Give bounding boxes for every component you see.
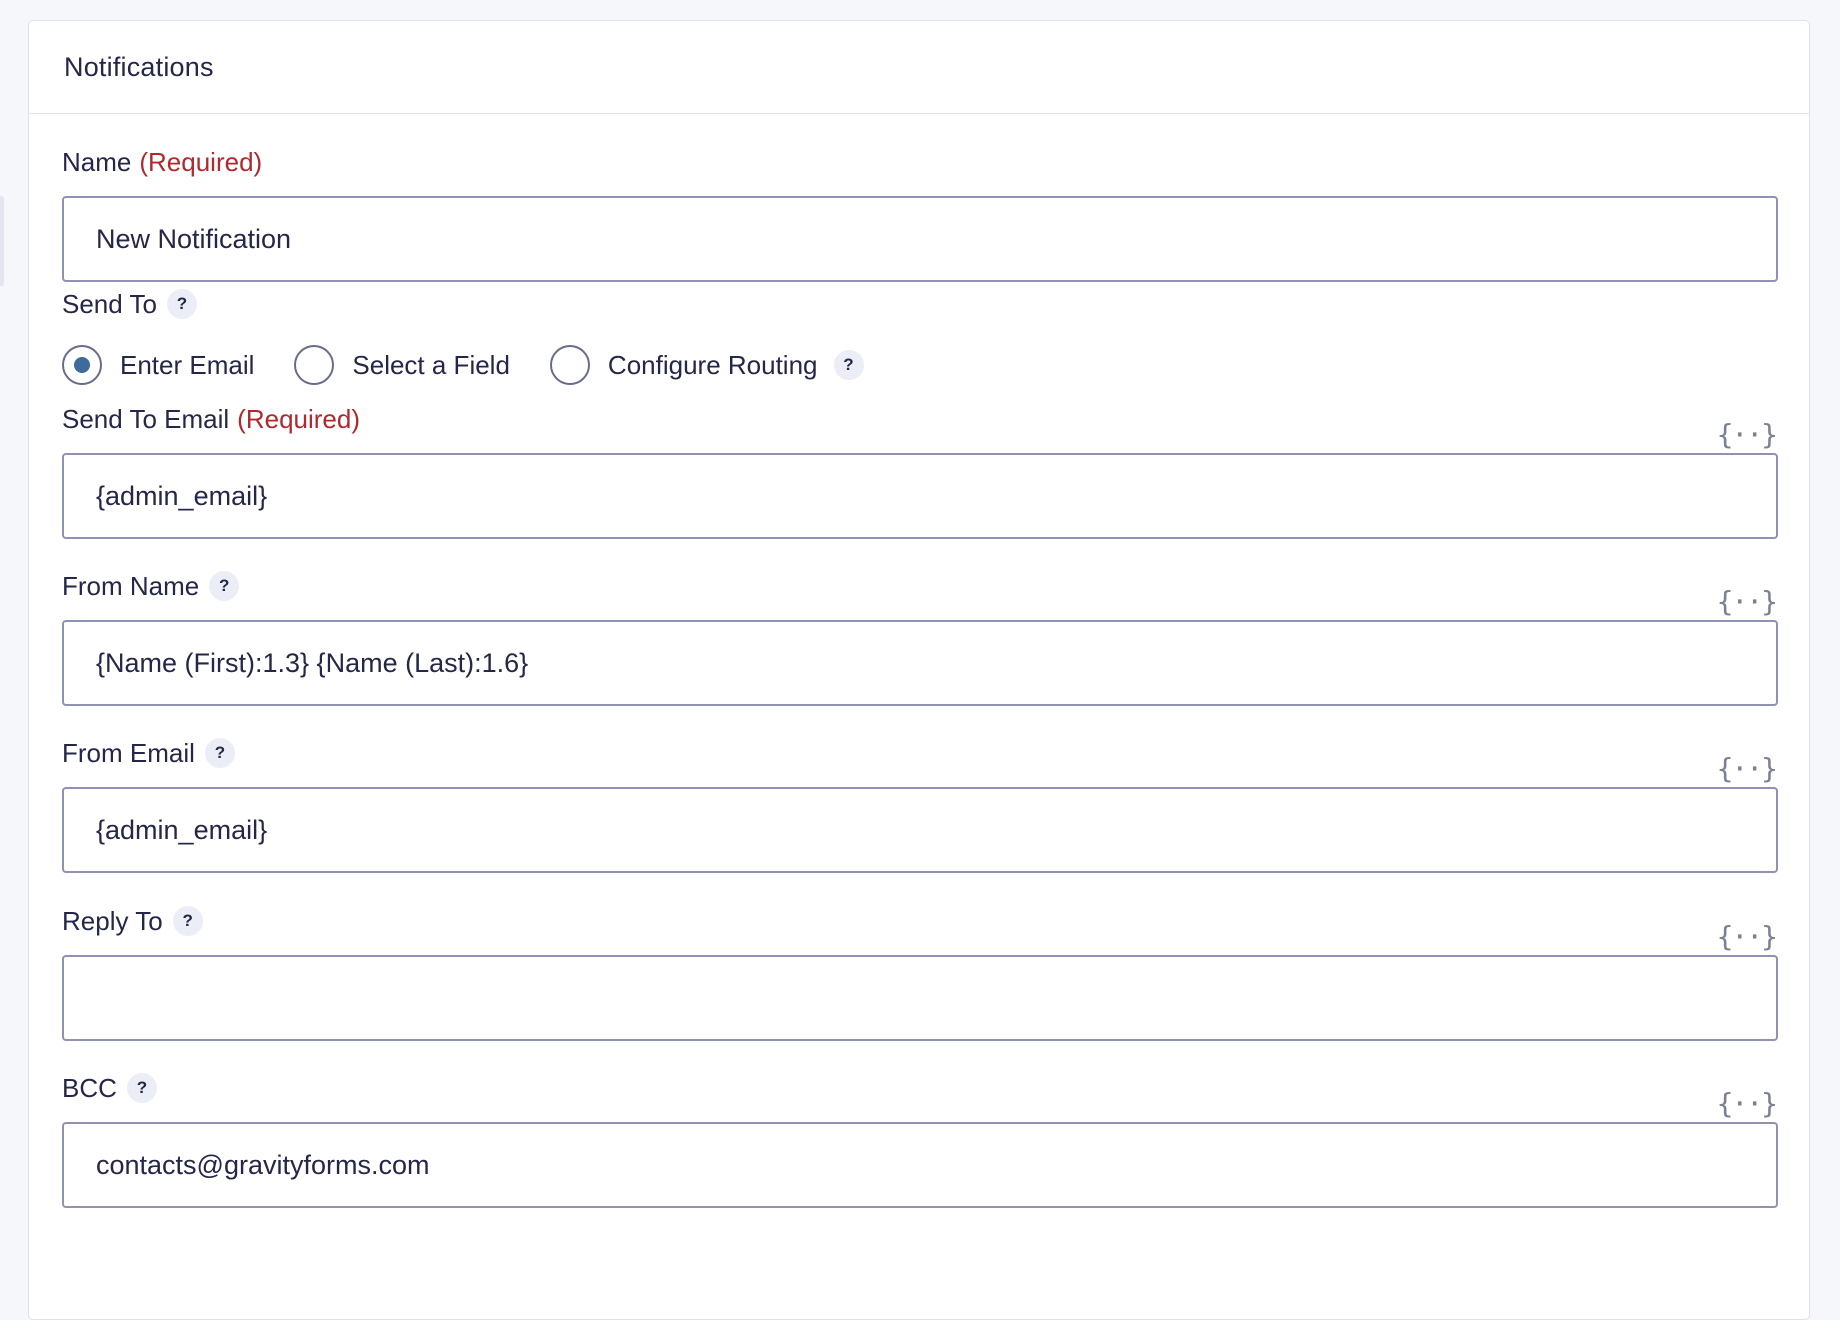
radio-button[interactable] [549, 345, 590, 385]
required-indicator: (Required) [139, 146, 263, 177]
send-to-email-label-row: Send To Email (Required) {··} [62, 401, 1778, 452]
required-indicator: (Required) [237, 403, 360, 434]
send-to-radio-group: Enter Email Select a Field Configure Rou… [62, 342, 1778, 388]
send-to-email-label: Send To Email [62, 403, 230, 434]
name-field: Name (Required) [62, 144, 1778, 282]
bcc-label-row: BCC ? {··} [62, 1070, 1778, 1121]
send-to-label-row: Send To ? [62, 286, 1778, 322]
radio-button-checked[interactable] [62, 345, 102, 385]
help-icon[interactable]: ? [166, 289, 197, 319]
radio-enter-email[interactable]: Enter Email [62, 345, 254, 385]
reply-to-label-row: Reply To ? {··} [62, 903, 1778, 954]
radio-label-enter-email[interactable]: Enter Email [120, 350, 254, 381]
send-to-email-input[interactable] [62, 453, 1778, 539]
help-icon[interactable]: ? [126, 1073, 157, 1103]
merge-tags-icon[interactable]: {··} [1717, 1087, 1778, 1120]
name-input[interactable] [62, 196, 1778, 282]
panel-header: Notifications [29, 21, 1809, 114]
help-icon[interactable]: ? [209, 571, 240, 601]
reply-to-label: Reply To [62, 905, 163, 936]
name-label-row: Name (Required) [62, 144, 1778, 180]
radio-label-configure-routing[interactable]: Configure Routing [608, 350, 818, 381]
help-icon[interactable]: ? [172, 906, 203, 936]
merge-tags-icon[interactable]: {··} [1717, 418, 1778, 451]
radio-select-field[interactable]: Select a Field [294, 345, 510, 385]
merge-tags-icon[interactable]: {··} [1717, 920, 1778, 953]
from-email-label: From Email [62, 737, 195, 768]
from-name-label-row: From Name ? {··} [62, 568, 1778, 619]
radio-button[interactable] [294, 345, 335, 385]
from-name-input[interactable] [62, 620, 1778, 706]
help-icon[interactable]: ? [833, 350, 864, 380]
bcc-field: BCC ? {··} [62, 1070, 1778, 1208]
from-email-label-row: From Email ? {··} [62, 735, 1778, 786]
name-label: Name [62, 146, 132, 177]
reply-to-input[interactable] [62, 955, 1778, 1041]
merge-tags-icon[interactable]: {··} [1717, 752, 1778, 785]
sidebar-edge [0, 196, 4, 286]
from-name-label: From Name [62, 570, 200, 601]
panel-title: Notifications [64, 51, 214, 82]
radio-label-select-field[interactable]: Select a Field [352, 350, 510, 381]
merge-tags-icon[interactable]: {··} [1717, 585, 1778, 618]
from-email-input[interactable] [62, 787, 1778, 873]
from-name-field: From Name ? {··} [62, 568, 1778, 706]
reply-to-field: Reply To ? {··} [62, 903, 1778, 1041]
bcc-input[interactable] [62, 1122, 1778, 1208]
send-to-label: Send To [62, 288, 157, 319]
notifications-panel: Notifications Name (Required) Send To ? … [28, 20, 1810, 1320]
send-to-email-field: Send To Email (Required) {··} [62, 401, 1778, 539]
from-email-field: From Email ? {··} [62, 735, 1778, 873]
help-icon[interactable]: ? [204, 738, 235, 768]
send-to-field: Send To ? Enter Email Select a Field Con… [62, 286, 1778, 388]
radio-configure-routing[interactable]: Configure Routing ? [549, 345, 864, 385]
radio-dot [74, 357, 90, 373]
bcc-label: BCC [62, 1072, 117, 1103]
